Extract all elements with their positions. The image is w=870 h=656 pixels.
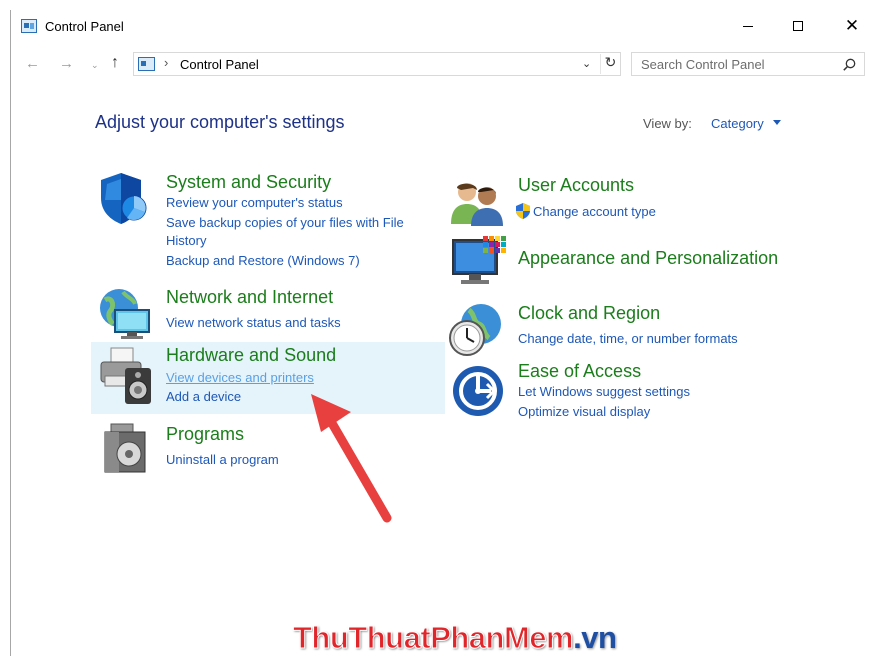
search-placeholder: Search Control Panel: [641, 57, 765, 72]
link-change-account-type-label: Change account type: [533, 204, 656, 219]
category-user-accounts[interactable]: User Accounts: [518, 175, 634, 196]
close-icon: ✕: [844, 16, 860, 35]
breadcrumb-control-panel[interactable]: Control Panel: [180, 57, 259, 72]
close-button[interactable]: ✕: [829, 10, 870, 42]
link-windows-suggest-settings[interactable]: Let Windows suggest settings: [518, 384, 690, 399]
annotation-arrow-icon: [311, 394, 392, 523]
watermark-part-2: PhanMem: [430, 620, 574, 656]
up-button[interactable]: ↑: [111, 54, 119, 72]
address-bar[interactable]: › Control Panel ⌄ ↻: [133, 52, 621, 76]
category-appearance-and-personalization[interactable]: Appearance and Personalization: [518, 248, 778, 269]
maximize-icon: [793, 21, 803, 31]
search-input[interactable]: Search Control Panel: [631, 52, 865, 76]
printer-speaker-icon[interactable]: [97, 346, 153, 406]
link-file-history-cont[interactable]: History: [166, 233, 206, 248]
recent-locations-button[interactable]: ⌄: [91, 60, 99, 71]
watermark-part-1: ThuThuat: [292, 620, 431, 656]
control-panel-icon: [21, 19, 37, 33]
watermark-part-3: .vn: [573, 620, 617, 655]
network-globe-icon[interactable]: [97, 286, 153, 342]
view-by-label: View by:: [643, 116, 692, 131]
watermark-logo: ThuThuatPhanMem.vn: [292, 620, 617, 656]
category-programs[interactable]: Programs: [166, 424, 244, 445]
view-by-dropdown-arrow-icon[interactable]: [773, 120, 781, 125]
clock-globe-icon[interactable]: [447, 300, 505, 358]
address-dropdown-icon[interactable]: ⌄: [582, 57, 591, 70]
link-change-date-formats[interactable]: Change date, time, or number formats: [518, 331, 738, 346]
refresh-button[interactable]: ↻: [600, 54, 620, 74]
breadcrumb-separator-icon[interactable]: ›: [164, 55, 168, 70]
link-optimize-visual-display[interactable]: Optimize visual display: [518, 404, 650, 419]
programs-box-icon[interactable]: [103, 422, 149, 474]
user-accounts-icon[interactable]: [451, 180, 505, 226]
title-bar: Control Panel ✕: [11, 10, 870, 44]
link-backup-restore[interactable]: Backup and Restore (Windows 7): [166, 253, 360, 268]
minimize-icon: [743, 25, 753, 27]
link-uninstall-program[interactable]: Uninstall a program: [166, 452, 279, 467]
control-panel-icon: [138, 57, 155, 71]
back-button[interactable]: ←: [25, 55, 40, 72]
forward-button[interactable]: →: [59, 55, 74, 72]
ease-of-access-icon[interactable]: [451, 364, 505, 418]
category-hardware-and-sound[interactable]: Hardware and Sound: [166, 345, 336, 366]
link-file-history[interactable]: Save backup copies of your files with Fi…: [166, 215, 404, 230]
search-icon[interactable]: [843, 58, 856, 71]
link-review-status[interactable]: Review your computer's status: [166, 195, 343, 210]
category-system-and-security[interactable]: System and Security: [166, 172, 331, 193]
uac-shield-icon: [516, 203, 530, 219]
view-by-dropdown[interactable]: Category: [711, 116, 764, 131]
navigation-bar: ← → ⌄ ↑ › Control Panel ⌄ ↻ Search Contr…: [11, 50, 870, 80]
control-panel-window: Control Panel ✕ ← → ⌄ ↑ › Control Panel …: [10, 10, 870, 656]
link-change-account-type[interactable]: Change account type: [516, 203, 656, 219]
link-add-device[interactable]: Add a device: [166, 389, 241, 404]
category-ease-of-access[interactable]: Ease of Access: [518, 361, 641, 382]
shield-icon[interactable]: [97, 170, 153, 226]
category-clock-and-region[interactable]: Clock and Region: [518, 303, 660, 324]
minimize-button[interactable]: [725, 10, 771, 42]
maximize-button[interactable]: [775, 10, 821, 42]
window-title: Control Panel: [45, 19, 124, 34]
link-network-status[interactable]: View network status and tasks: [166, 315, 341, 330]
link-view-devices-printers[interactable]: View devices and printers: [166, 370, 314, 385]
category-network-and-internet[interactable]: Network and Internet: [166, 287, 333, 308]
page-title: Adjust your computer's settings: [95, 112, 345, 132]
appearance-monitor-icon[interactable]: [451, 234, 507, 290]
